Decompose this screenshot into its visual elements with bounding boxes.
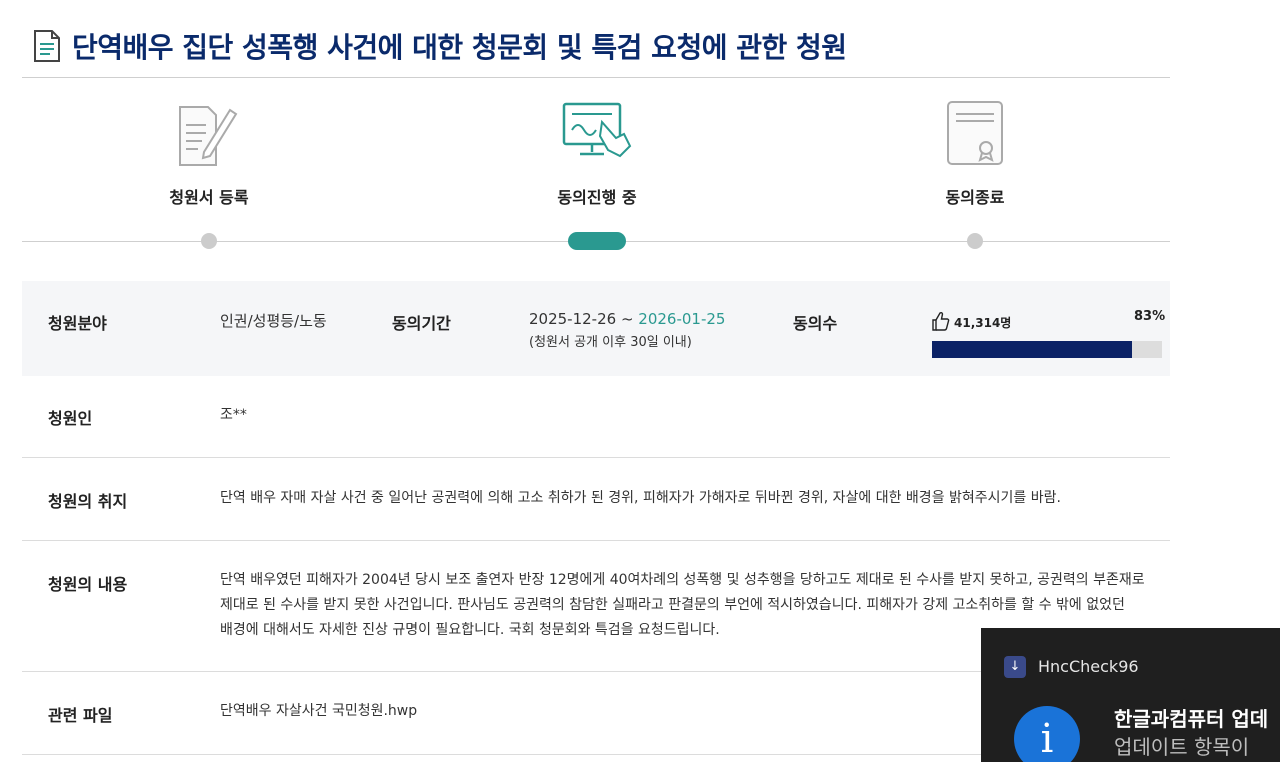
title-row: 단역배우 집단 성폭행 사건에 대한 청문회 및 특검 요청에 관한 청원 xyxy=(32,24,1280,68)
petitioner-row: 청원인 조** xyxy=(22,376,1170,458)
purpose-row: 청원의 취지 단역 배우 자매 자살 사건 중 일어난 공권력에 의해 고소 취… xyxy=(22,458,1170,541)
consent-progress-fill xyxy=(932,341,1133,358)
period-range: 2025-12-26 ~ 2026-01-25 xyxy=(529,310,725,328)
certificate-icon xyxy=(947,101,1003,165)
document-icon xyxy=(34,30,60,62)
step-registration: 청원서 등록 xyxy=(89,100,329,208)
file-link[interactable]: 단역배우 자살사건 국민청원.hwp xyxy=(220,699,417,724)
thumbs-up-icon xyxy=(932,311,950,331)
step-label: 동의진행 중 xyxy=(557,188,637,207)
step-dot-closed xyxy=(967,233,983,249)
toast-title: 한글과컴퓨터 업데 xyxy=(1114,707,1269,731)
content-line: 제대로 된 수사를 받지 못한 사건입니다. 판사님도 공권력의 참담한 실패라… xyxy=(220,597,1125,613)
purpose-label: 청원의 취지 xyxy=(48,492,128,511)
toast-body: 업데이트 항목이 xyxy=(1114,735,1250,759)
consent-progress-bar xyxy=(932,341,1162,358)
consent-percent: 83% xyxy=(1134,309,1166,324)
count-label: 동의수 xyxy=(793,314,838,333)
period-note: (청원서 공개 이후 30일 이내) xyxy=(529,335,692,350)
info-icon: i xyxy=(1014,706,1080,762)
content-line: 단역 배우였던 피해자가 2004년 당시 보조 출연자 반장 12명에게 40… xyxy=(220,572,1145,588)
consent-monitor-icon xyxy=(562,102,632,158)
consent-count: 41,314명 xyxy=(954,316,1012,330)
field-value: 인권/성평등/노동 xyxy=(220,312,327,330)
period-label: 동의기간 xyxy=(392,314,451,333)
summary-box: 청원분야 인권/성평등/노동 동의기간 2025-12-26 ~ 2026-01… xyxy=(22,281,1170,376)
field-label: 청원분야 xyxy=(48,314,107,333)
notification-toast[interactable]: ↓ HncCheck96 i 한글과컴퓨터 업데 업데이트 항목이 xyxy=(981,628,1280,762)
step-label: 동의종료 xyxy=(945,188,1005,207)
step-dot-registration xyxy=(201,233,217,249)
file-label: 관련 파일 xyxy=(48,706,113,725)
title-divider xyxy=(22,77,1170,78)
step-label: 청원서 등록 xyxy=(169,188,249,207)
petitioner-value: 조** xyxy=(220,407,247,423)
content-label: 청원의 내용 xyxy=(48,575,128,594)
page-title: 단역배우 집단 성폭행 사건에 대한 청문회 및 특검 요청에 관한 청원 xyxy=(72,31,847,64)
progress-steps: 청원서 등록 동의진행 중 동의종료 xyxy=(22,100,1170,260)
period-start: 2025-12-26 ~ xyxy=(529,310,639,328)
step-indicator-active xyxy=(568,232,626,250)
purpose-value: 단역 배우 자매 자살 사건 중 일어난 공권력에 의해 고소 취하가 된 경위… xyxy=(220,490,1061,506)
toast-app-name: HncCheck96 xyxy=(1038,657,1139,676)
download-icon: ↓ xyxy=(1004,656,1026,678)
step-closed: 동의종료 xyxy=(855,100,1095,208)
petitioner-label: 청원인 xyxy=(48,409,93,428)
step-in-progress: 동의진행 중 xyxy=(477,100,717,208)
period-end: 2026-01-25 xyxy=(638,310,726,328)
petition-write-icon xyxy=(179,106,238,166)
